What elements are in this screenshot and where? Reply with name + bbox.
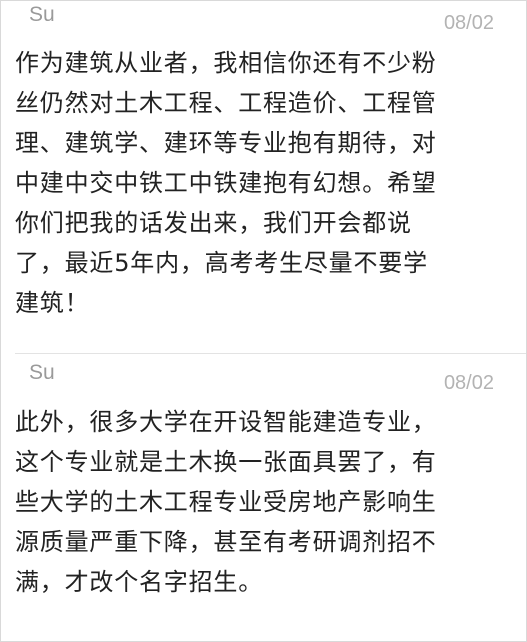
comment-text: 作为建筑从业者，我相信你还有不少粉 丝仍然对土木工程、工程造价、工程管 理、建筑… [15,49,437,317]
comment-item: Su 08/02 作为建筑从业者，我相信你还有不少粉 丝仍然对土木工程、工程造价… [1,1,526,353]
comment-meta: Su 08/02 [15,1,508,43]
comment-thread: Su 08/02 作为建筑从业者，我相信你还有不少粉 丝仍然对土木工程、工程造价… [0,0,527,642]
comment-date: 08/02 [443,12,494,34]
comment-text: 此外，很多大学在开设智能建造专业， 这个专业就是土木换一张面具罢了，有 些大学的… [15,408,437,596]
comment-item: Su 08/02 此外，很多大学在开设智能建造专业， 这个专业就是土木换一张面具… [1,354,526,641]
comment-meta: Su 08/02 [15,354,508,402]
comment-author[interactable]: Su [29,361,55,385]
comment-author[interactable]: Su [29,3,55,27]
comment-date: 08/02 [443,372,494,394]
